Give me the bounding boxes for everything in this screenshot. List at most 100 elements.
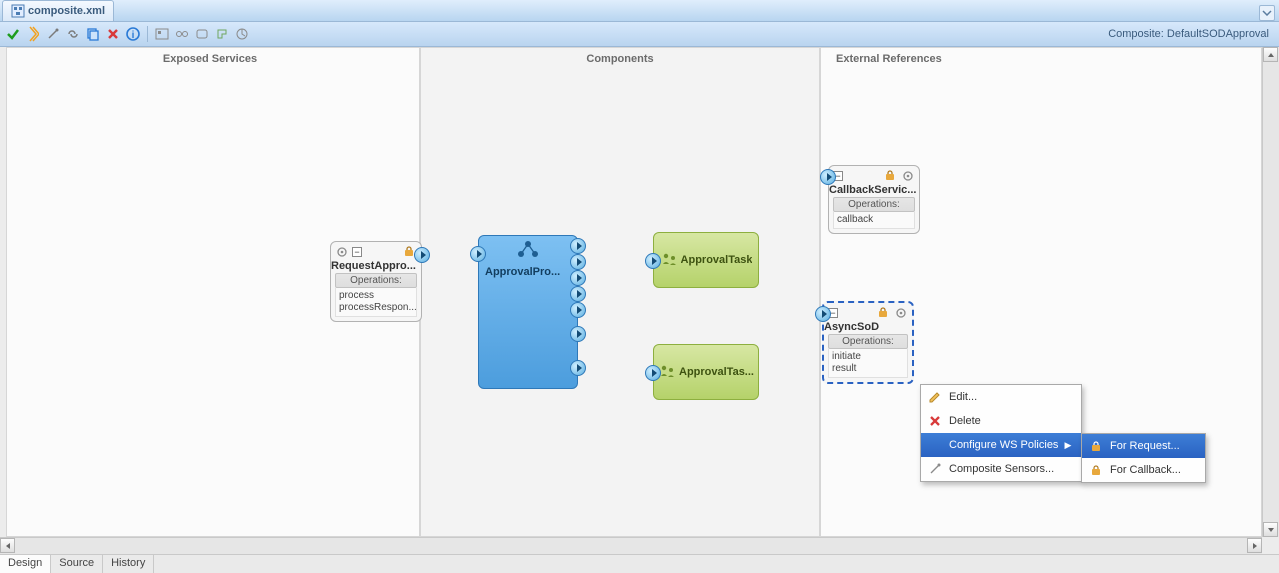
ctx-label: For Callback... xyxy=(1110,464,1181,476)
ctx-for-callback[interactable]: For Callback... xyxy=(1082,458,1205,482)
link-button[interactable] xyxy=(64,25,82,43)
lane-references-header: External References xyxy=(824,53,1264,65)
collapse-button[interactable] xyxy=(1259,5,1275,21)
ctx-edit[interactable]: Edit... xyxy=(921,385,1081,409)
horizontal-scrollbar[interactable] xyxy=(0,537,1262,554)
composite-name: DefaultSODApproval xyxy=(1167,28,1269,40)
output-port[interactable] xyxy=(570,270,586,286)
output-port[interactable] xyxy=(570,238,586,254)
palette-button-1[interactable] xyxy=(153,25,171,43)
validate-button[interactable] xyxy=(4,25,22,43)
lock-icon xyxy=(1088,462,1104,478)
toolbar-separator xyxy=(147,26,148,42)
palette-button-4[interactable] xyxy=(213,25,231,43)
operation-item: callback xyxy=(837,214,911,226)
lane-components-header: Components xyxy=(420,53,820,65)
ctx-label: Configure WS Policies xyxy=(949,439,1058,451)
ctx-label: Composite Sensors... xyxy=(949,463,1054,475)
operations-header: Operations: xyxy=(828,334,908,349)
ctx-delete[interactable]: Delete xyxy=(921,409,1081,433)
tab-design[interactable]: Design xyxy=(0,555,51,573)
operations-list: process processRespon... xyxy=(335,288,417,317)
output-port[interactable] xyxy=(570,286,586,302)
vertical-scrollbar[interactable] xyxy=(1262,47,1279,537)
delete-button[interactable] xyxy=(104,25,122,43)
ctx-composite-sensors[interactable]: Composite Sensors... xyxy=(921,457,1081,481)
composite-label-area: Composite: DefaultSODApproval xyxy=(1108,28,1275,40)
svg-text:i: i xyxy=(132,30,135,41)
editor-tab-composite[interactable]: composite.xml xyxy=(2,0,114,21)
test-button[interactable] xyxy=(24,25,42,43)
delete-icon xyxy=(927,413,943,429)
output-port[interactable] xyxy=(570,360,586,376)
context-menu: Edit... Delete Configure WS Policies ▶ C… xyxy=(920,384,1082,482)
tab-source[interactable]: Source xyxy=(51,555,103,573)
sensor-icon xyxy=(927,461,943,477)
node-async-sod[interactable]: − AsyncSoD Operations: initiate result xyxy=(822,301,914,384)
human-task-icon xyxy=(660,251,678,269)
copy-button[interactable] xyxy=(84,25,102,43)
lane-services-header: Exposed Services xyxy=(0,53,420,65)
input-port[interactable] xyxy=(820,169,836,185)
operation-item: initiate xyxy=(832,351,904,363)
node-request-appro[interactable]: − RequestAppro... Operations: process pr… xyxy=(330,241,422,322)
ctx-label: Edit... xyxy=(949,391,977,403)
scroll-down-button[interactable] xyxy=(1263,522,1278,537)
design-canvas[interactable]: Exposed Services Components External Ref… xyxy=(0,47,1279,554)
operations-list: initiate result xyxy=(828,349,908,378)
operations-header: Operations: xyxy=(335,273,417,288)
node-title: AsyncSoD xyxy=(824,321,912,333)
output-port[interactable] xyxy=(570,326,586,342)
input-port[interactable] xyxy=(470,246,486,262)
scroll-right-button[interactable] xyxy=(1247,538,1262,553)
gear-icon xyxy=(901,169,915,183)
info-button[interactable]: i xyxy=(124,25,142,43)
blank-icon xyxy=(927,437,943,453)
ctx-configure-ws[interactable]: Configure WS Policies ▶ xyxy=(921,433,1081,457)
scroll-up-button[interactable] xyxy=(1263,47,1278,62)
toolbar: i Composite: DefaultSODApproval xyxy=(0,22,1279,47)
lock-icon xyxy=(884,169,898,183)
scroll-left-button[interactable] xyxy=(0,538,15,553)
pencil-icon xyxy=(927,389,943,405)
palette-button-3[interactable] xyxy=(193,25,211,43)
wand-button[interactable] xyxy=(44,25,62,43)
ctx-for-request[interactable]: For Request... xyxy=(1082,434,1205,458)
lock-icon xyxy=(877,306,891,320)
operation-item: process xyxy=(339,290,413,302)
bpel-icon xyxy=(515,240,541,258)
operations-list: callback xyxy=(833,212,915,229)
node-title: CallbackServic... xyxy=(829,184,919,196)
editor-tabbar: composite.xml xyxy=(0,0,1279,22)
operation-item: processRespon... xyxy=(339,302,413,314)
ctx-label: Delete xyxy=(949,415,981,427)
output-port[interactable] xyxy=(570,302,586,318)
input-port[interactable] xyxy=(645,365,661,381)
node-callback-service[interactable]: − CallbackServic... Operations: callback xyxy=(828,165,920,234)
output-port[interactable] xyxy=(570,254,586,270)
ctx-label: For Request... xyxy=(1110,440,1180,452)
node-approval-task-1[interactable]: ApprovalTask xyxy=(653,232,759,288)
node-approval-task-2[interactable]: ApprovalTas... xyxy=(653,344,759,400)
palette-button-5[interactable] xyxy=(233,25,251,43)
output-port[interactable] xyxy=(414,247,430,263)
input-port[interactable] xyxy=(815,306,831,322)
lock-icon xyxy=(1088,438,1104,454)
input-port[interactable] xyxy=(645,253,661,269)
bottom-tabs: Design Source History xyxy=(0,554,1279,573)
editor-tab-label: composite.xml xyxy=(28,5,105,17)
context-submenu: For Request... For Callback... xyxy=(1081,433,1206,483)
collapse-toggle[interactable]: − xyxy=(352,247,362,257)
tab-history[interactable]: History xyxy=(103,555,154,573)
node-title: ApprovalTas... xyxy=(679,366,754,378)
node-approval-process[interactable]: ApprovalPro... xyxy=(478,235,578,389)
gear-icon xyxy=(335,245,349,259)
palette-button-2[interactable] xyxy=(173,25,191,43)
node-title: RequestAppro... xyxy=(331,260,421,272)
node-title: ApprovalPro... xyxy=(479,260,577,278)
operations-header: Operations: xyxy=(833,197,915,212)
composite-file-icon xyxy=(11,4,25,18)
node-title: ApprovalTask xyxy=(681,254,753,266)
composite-label: Composite: xyxy=(1108,28,1164,40)
operation-item: result xyxy=(832,363,904,375)
